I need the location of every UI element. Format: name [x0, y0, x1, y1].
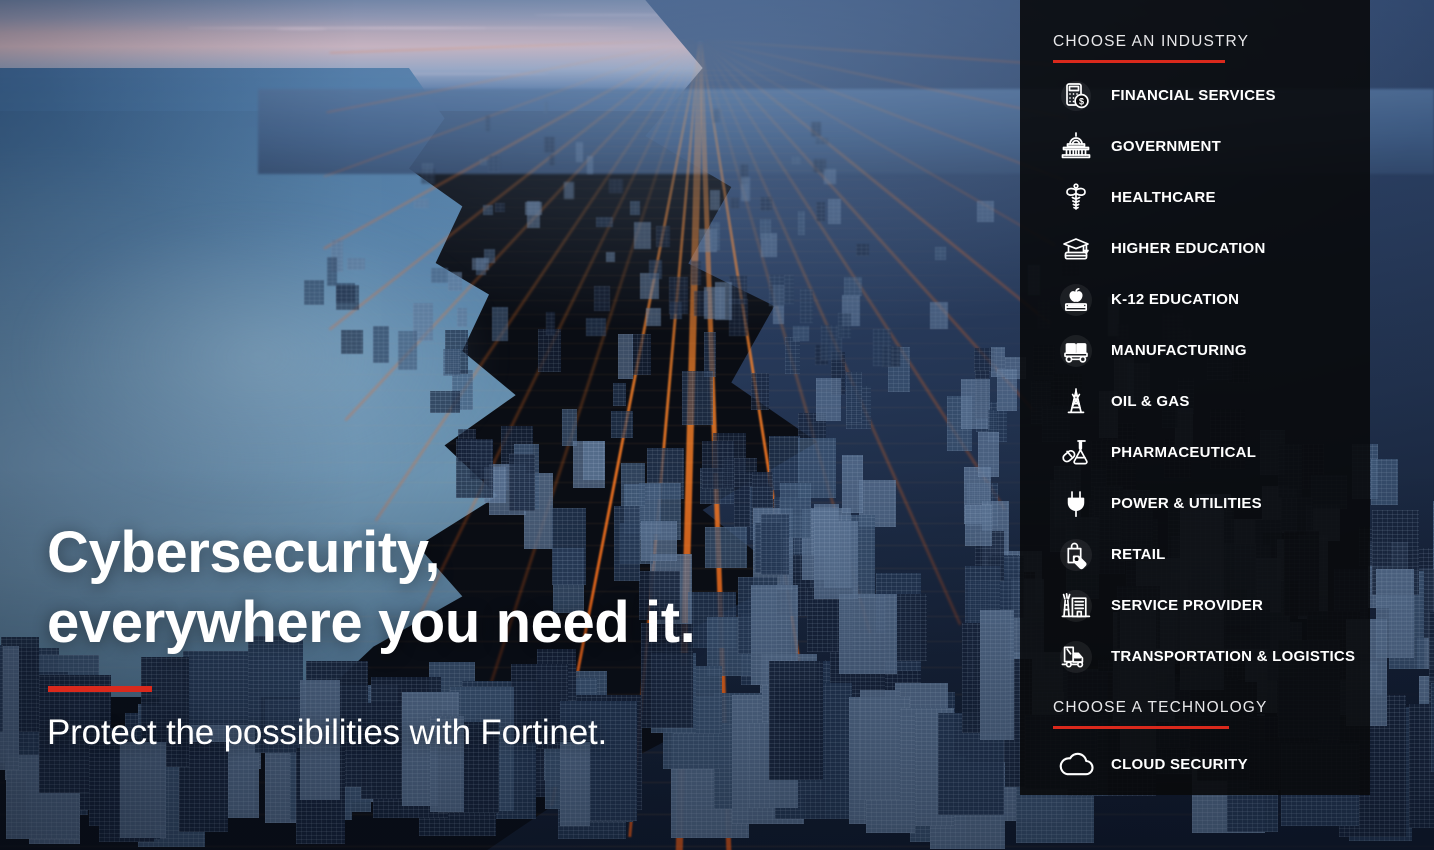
office-tower-antenna-icon	[1053, 583, 1099, 629]
menu-item-label: MANUFACTURING	[1111, 342, 1247, 359]
menu-item-government[interactable]: GOVERNMENT	[1020, 121, 1370, 172]
menu-item-label: PHARMACEUTICAL	[1111, 444, 1257, 461]
technology-menu: CLOUD SECURITY	[1020, 738, 1370, 790]
capitol-building-icon	[1053, 124, 1099, 170]
power-plug-icon	[1053, 481, 1099, 527]
menu-item-label: FINANCIAL SERVICES	[1111, 87, 1276, 104]
headline-line-2: everywhere you need it.	[47, 590, 696, 655]
factory-machine-icon	[1053, 328, 1099, 374]
headline-line-1: Cybersecurity,	[47, 520, 441, 585]
menu-item-label: SERVICE PROVIDER	[1111, 597, 1264, 614]
industry-heading-rule	[1053, 60, 1225, 63]
menu-item-healthcare[interactable]: HEALTHCARE	[1020, 172, 1370, 223]
industry-technology-panel: CHOOSE AN INDUSTRY $ FINANCIAL SERVICES	[1020, 0, 1370, 795]
hero-copy: Cybersecurity, everywhere you need it. P…	[47, 518, 787, 753]
svg-text:$: $	[1079, 96, 1084, 106]
apple-books-icon	[1053, 277, 1099, 323]
headline-accent-rule	[48, 686, 152, 692]
menu-item-label: CLOUD SECURITY	[1111, 755, 1248, 773]
menu-item-label: TRANSPORTATION & LOGISTICS	[1111, 648, 1356, 665]
shopping-bag-tag-icon	[1053, 532, 1099, 578]
choose-technology-heading: CHOOSE A TECHNOLOGY	[1053, 699, 1268, 716]
menu-item-label: GOVERNMENT	[1111, 138, 1222, 155]
menu-item-higher-education[interactable]: HIGHER EDUCATION	[1020, 223, 1370, 274]
flask-pill-icon	[1053, 430, 1099, 476]
calculator-dollar-icon: $	[1053, 73, 1099, 119]
cloud-icon	[1053, 741, 1099, 787]
menu-item-label: OIL & GAS	[1111, 393, 1190, 410]
oil-derrick-icon	[1053, 379, 1099, 425]
choose-industry-heading: CHOOSE AN INDUSTRY	[1053, 33, 1250, 50]
menu-item-service-provider[interactable]: SERVICE PROVIDER	[1020, 580, 1370, 631]
menu-item-label: HIGHER EDUCATION	[1111, 240, 1266, 257]
menu-item-pharmaceutical[interactable]: PHARMACEUTICAL	[1020, 427, 1370, 478]
menu-item-label: POWER & UTILITIES	[1111, 495, 1262, 512]
semi-truck-icon	[1053, 634, 1099, 680]
menu-item-label: HEALTHCARE	[1111, 189, 1216, 206]
menu-item-retail[interactable]: RETAIL	[1020, 529, 1370, 580]
menu-item-financial-services[interactable]: $ FINANCIAL SERVICES	[1020, 70, 1370, 121]
menu-item-transportation-logistics[interactable]: TRANSPORTATION & LOGISTICS	[1020, 631, 1370, 682]
graduation-cap-book-icon	[1053, 226, 1099, 272]
menu-item-oil-gas[interactable]: OIL & GAS	[1020, 376, 1370, 427]
menu-item-label: K-12 EDUCATION	[1111, 291, 1240, 308]
page-title: Cybersecurity, everywhere you need it.	[47, 518, 787, 658]
caduceus-icon	[1053, 175, 1099, 221]
technology-heading-rule	[1053, 726, 1229, 729]
menu-item-cloud-security[interactable]: CLOUD SECURITY	[1020, 738, 1370, 790]
hero-subhead: Protect the possibilities with Fortinet.	[47, 713, 608, 752]
industry-menu: $ FINANCIAL SERVICES GOVERNMENT HEALTHCA…	[1020, 70, 1370, 682]
menu-item-k-12-education[interactable]: K-12 EDUCATION	[1020, 274, 1370, 325]
menu-item-manufacturing[interactable]: MANUFACTURING	[1020, 325, 1370, 376]
menu-item-power-utilities[interactable]: POWER & UTILITIES	[1020, 478, 1370, 529]
menu-item-label: RETAIL	[1111, 546, 1166, 563]
hero-stage: Cybersecurity, everywhere you need it. P…	[0, 0, 1434, 850]
